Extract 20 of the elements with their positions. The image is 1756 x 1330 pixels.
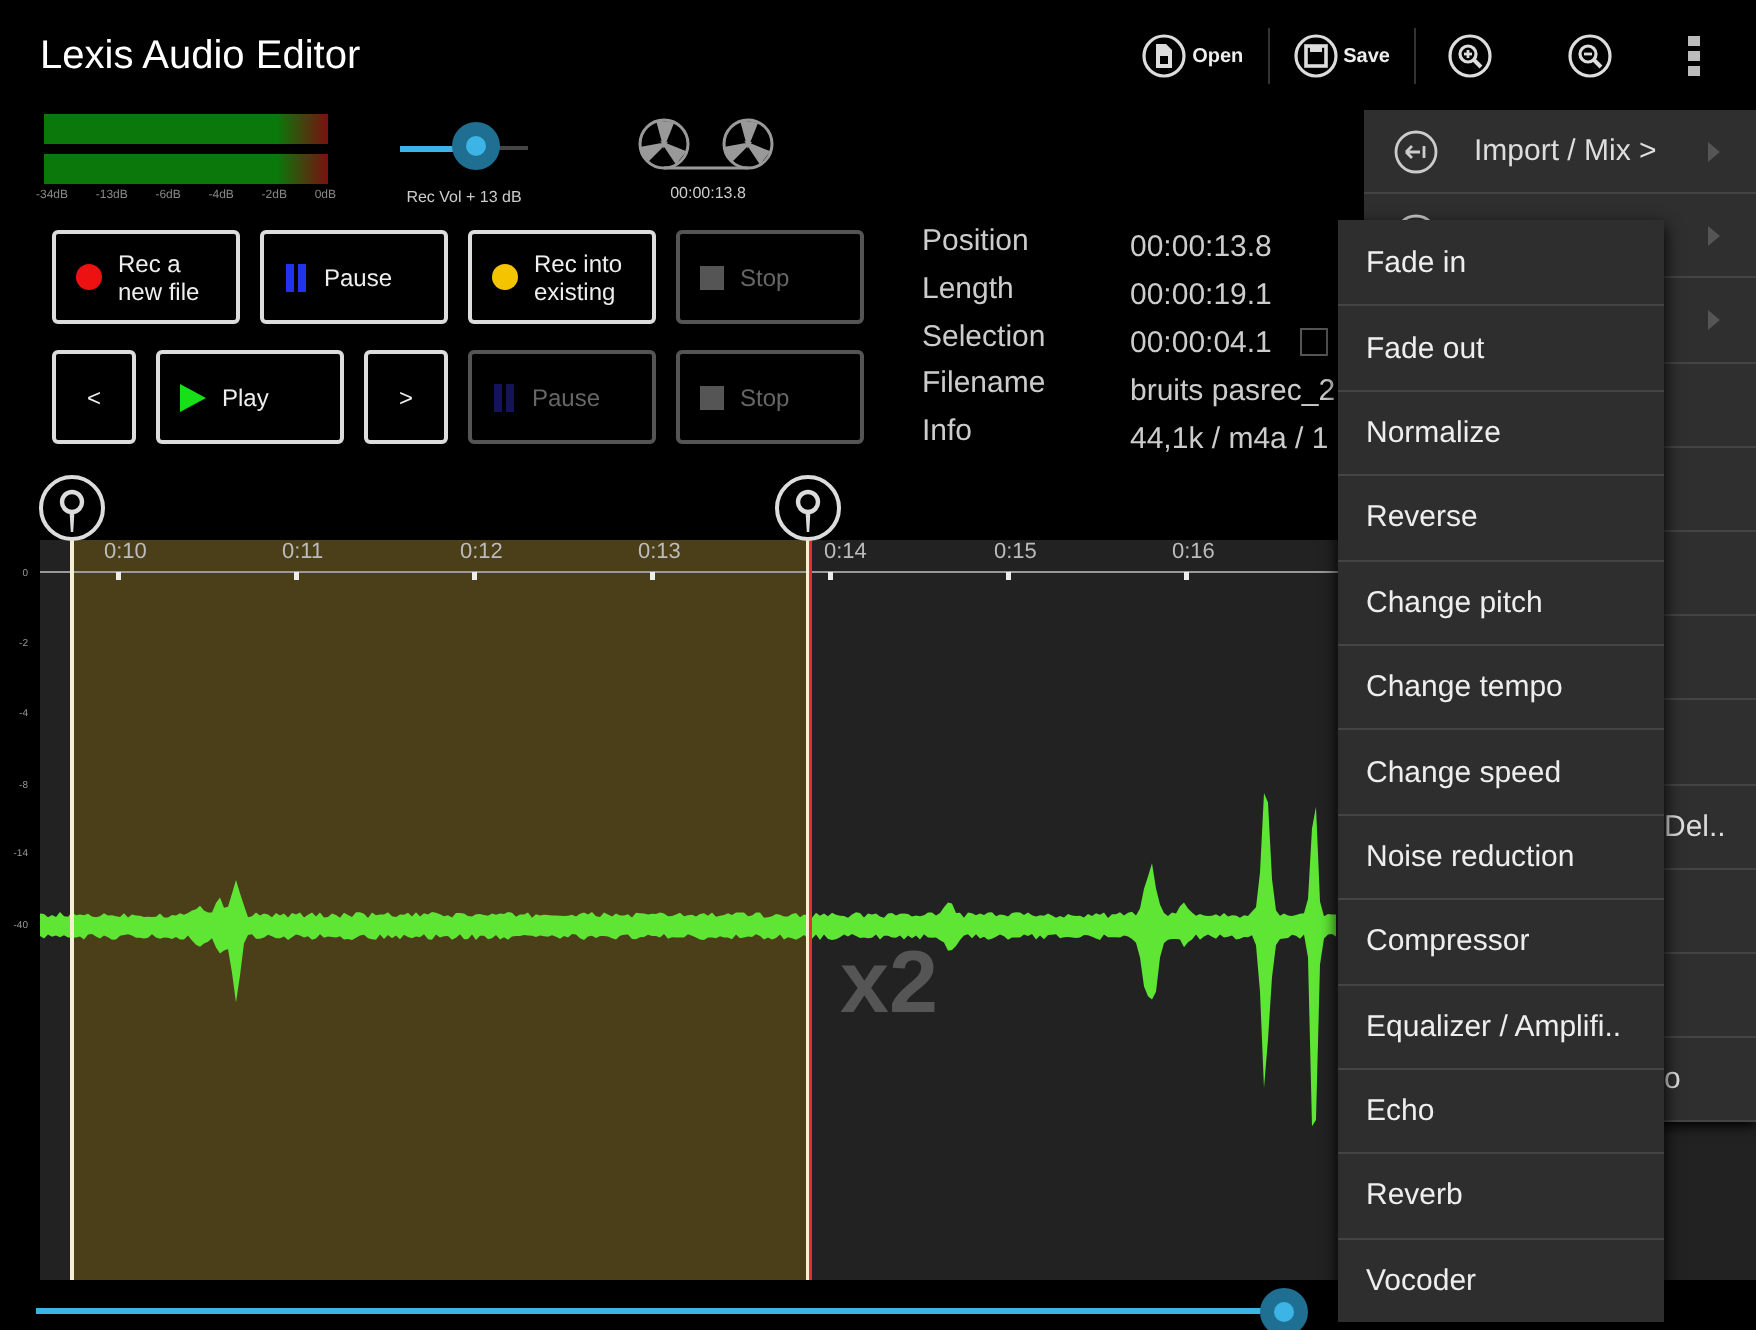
info-label: Length bbox=[922, 271, 1016, 310]
info-value: 00:00:19.1 bbox=[1130, 278, 1272, 313]
app-title: Lexis Audio Editor bbox=[40, 33, 361, 79]
info-value: 00:00:04.1 bbox=[1130, 325, 1272, 360]
time-tick-label: 0:10 bbox=[104, 540, 147, 564]
info-label: Info bbox=[922, 414, 975, 453]
info-value: 00:00:13.8 bbox=[1130, 230, 1272, 265]
info-value: 44,1k / m4a / 1 bbox=[1130, 421, 1329, 456]
time-tick-label: 0:11 bbox=[282, 540, 324, 564]
info-label: Selection bbox=[922, 319, 1048, 358]
time-tick-label: 0:12 bbox=[460, 540, 503, 564]
time-tick-label: 0:13 bbox=[638, 540, 681, 564]
info-value: bruits pasrec_2 bbox=[1130, 373, 1336, 408]
info-label: Filename bbox=[922, 366, 1048, 405]
info-label: Position bbox=[922, 224, 1031, 262]
time-tick-label: 0:14 bbox=[824, 540, 867, 564]
rec-volume-label: Rec Vol + 13 dB bbox=[406, 188, 522, 206]
time-tick-label: 0:15 bbox=[994, 540, 1037, 564]
time-tick-label: 0:16 bbox=[1172, 540, 1215, 564]
elapsed-time: 00:00:13.8 bbox=[670, 184, 746, 202]
